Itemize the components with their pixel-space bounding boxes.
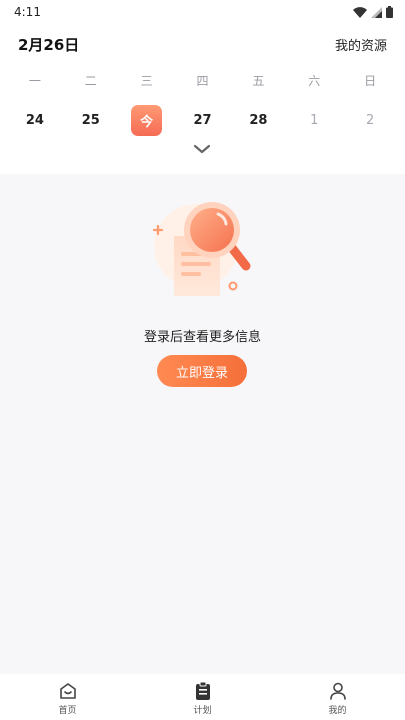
empty-state-message: 登录后查看更多信息 <box>143 330 261 345</box>
weekday-label: 二 <box>84 74 97 88</box>
date-cell-today[interactable]: 今 <box>119 104 175 136</box>
tab-label: 计划 <box>193 706 212 716</box>
weekday-label: 五 <box>252 74 265 88</box>
status-bar: 4:11 <box>0 0 405 24</box>
date-cell[interactable]: 28 <box>230 104 286 136</box>
date-label: 24 <box>25 112 44 128</box>
calendar-header: 2月26日 我的资源 一 二 三 四 五 六 日 24 25 今 27 28 1… <box>0 24 405 174</box>
tab-mine[interactable]: 我的 <box>270 674 405 720</box>
home-icon <box>59 683 76 699</box>
status-icons <box>353 6 393 18</box>
chevron-down-icon[interactable] <box>192 142 212 156</box>
date-title: 2月26日 <box>18 35 80 54</box>
weekday-label: 四 <box>196 74 209 88</box>
bottom-tab-bar: 首页 计划 我的 <box>0 674 405 720</box>
tab-plan[interactable]: 计划 <box>135 674 270 720</box>
signal-icon <box>371 6 382 18</box>
clipboard-icon <box>195 681 210 700</box>
date-label: 27 <box>193 112 212 128</box>
login-button[interactable]: 立即登录 <box>157 355 247 387</box>
weekday-label: 六 <box>308 74 321 88</box>
person-icon <box>329 682 346 700</box>
weekday-label: 三 <box>140 74 153 88</box>
tab-home[interactable]: 首页 <box>0 674 135 720</box>
weekday-row: 一 二 三 四 五 六 日 <box>7 72 398 89</box>
tab-label: 首页 <box>58 706 77 716</box>
weekday-label: 一 <box>28 74 41 88</box>
weekday-label: 日 <box>364 74 377 88</box>
magnifier-illustration-icon <box>152 202 251 296</box>
date-cell[interactable]: 1 <box>286 104 342 136</box>
my-resources-link[interactable]: 我的资源 <box>335 35 387 54</box>
date-label: 25 <box>81 112 100 128</box>
wifi-icon <box>353 6 367 18</box>
tab-label: 我的 <box>328 706 347 716</box>
date-cell[interactable]: 2 <box>342 104 398 136</box>
battery-icon <box>386 6 393 18</box>
date-label: 1 <box>310 112 319 128</box>
date-cell[interactable]: 24 <box>7 104 63 136</box>
today-badge: 今 <box>131 104 163 136</box>
date-label: 2 <box>365 112 375 128</box>
date-cell[interactable]: 25 <box>63 104 119 136</box>
date-label: 28 <box>249 112 268 128</box>
date-row: 24 25 今 27 28 1 2 <box>7 104 398 136</box>
date-cell[interactable]: 27 <box>175 104 231 136</box>
status-time: 4:11 <box>14 5 41 19</box>
